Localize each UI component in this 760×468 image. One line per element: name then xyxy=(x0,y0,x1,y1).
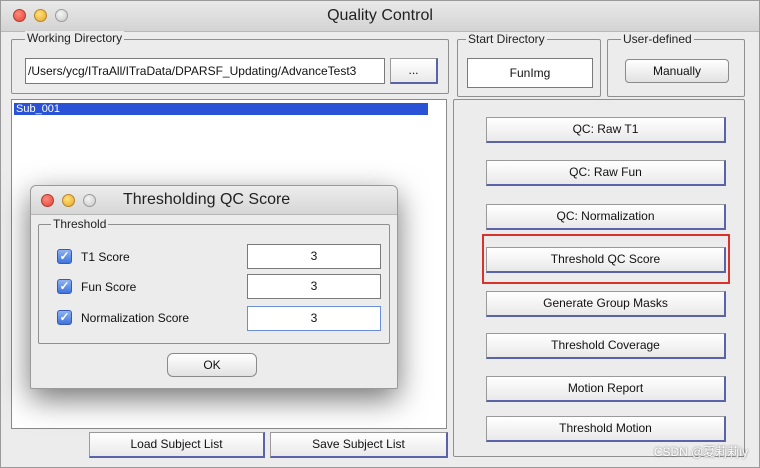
manually-button[interactable]: Manually xyxy=(625,59,729,83)
working-directory-label: Working Directory xyxy=(25,31,125,45)
threshold-coverage-button[interactable]: Threshold Coverage xyxy=(486,333,726,359)
threshold-qc-score-button[interactable]: Threshold QC Score xyxy=(486,247,726,273)
qc-raw-fun-button[interactable]: QC: Raw Fun xyxy=(486,160,726,186)
t1-score-field[interactable]: 3 xyxy=(247,244,381,269)
threshold-group-label: Threshold xyxy=(51,217,109,231)
user-defined-label: User-defined xyxy=(621,32,694,46)
start-directory-field[interactable]: FunImg xyxy=(467,58,593,88)
fun-score-label: Fun Score xyxy=(81,280,137,294)
t1-score-checkbox[interactable]: ✓ xyxy=(57,249,72,264)
dialog-title: Thresholding QC Score xyxy=(123,191,291,208)
working-directory-path-field[interactable]: /Users/ycg/ITraAll/ITraData/DPARSF_Updat… xyxy=(25,58,385,84)
fun-score-field[interactable]: 3 xyxy=(247,274,381,299)
t1-score-label: T1 Score xyxy=(81,250,130,264)
fun-score-checkbox[interactable]: ✓ xyxy=(57,279,72,294)
start-directory-label: Start Directory xyxy=(466,32,547,46)
dialog-close-icon[interactable] xyxy=(41,194,54,207)
window-title: Quality Control xyxy=(327,7,433,24)
load-subject-list-button[interactable]: Load Subject List xyxy=(89,432,265,458)
threshold-motion-button[interactable]: Threshold Motion xyxy=(486,416,726,442)
thresholding-qc-score-dialog: Thresholding QC Score Threshold ✓ T1 Sco… xyxy=(30,185,398,389)
save-subject-list-button[interactable]: Save Subject List xyxy=(270,432,448,458)
qc-raw-t1-button[interactable]: QC: Raw T1 xyxy=(486,117,726,143)
window-titlebar: Quality Control xyxy=(1,1,759,32)
motion-report-button[interactable]: Motion Report xyxy=(486,376,726,402)
normalization-score-checkbox[interactable]: ✓ xyxy=(57,310,72,325)
ok-button[interactable]: OK xyxy=(167,353,257,377)
generate-group-masks-button[interactable]: Generate Group Masks xyxy=(486,291,726,317)
browse-directory-button[interactable]: ... xyxy=(390,58,438,84)
dialog-minimize-icon[interactable] xyxy=(62,194,75,207)
normalization-score-label: Normalization Score xyxy=(81,311,190,325)
dialog-titlebar: Thresholding QC Score xyxy=(31,186,397,215)
normalization-score-field[interactable]: 3 xyxy=(247,306,381,331)
watermark-text: CSDN @夏莉莉iy xyxy=(653,445,748,459)
dialog-zoom-icon[interactable] xyxy=(83,194,96,207)
subject-list-item[interactable]: Sub_001 xyxy=(14,103,428,115)
qc-normalization-button[interactable]: QC: Normalization xyxy=(486,204,726,230)
